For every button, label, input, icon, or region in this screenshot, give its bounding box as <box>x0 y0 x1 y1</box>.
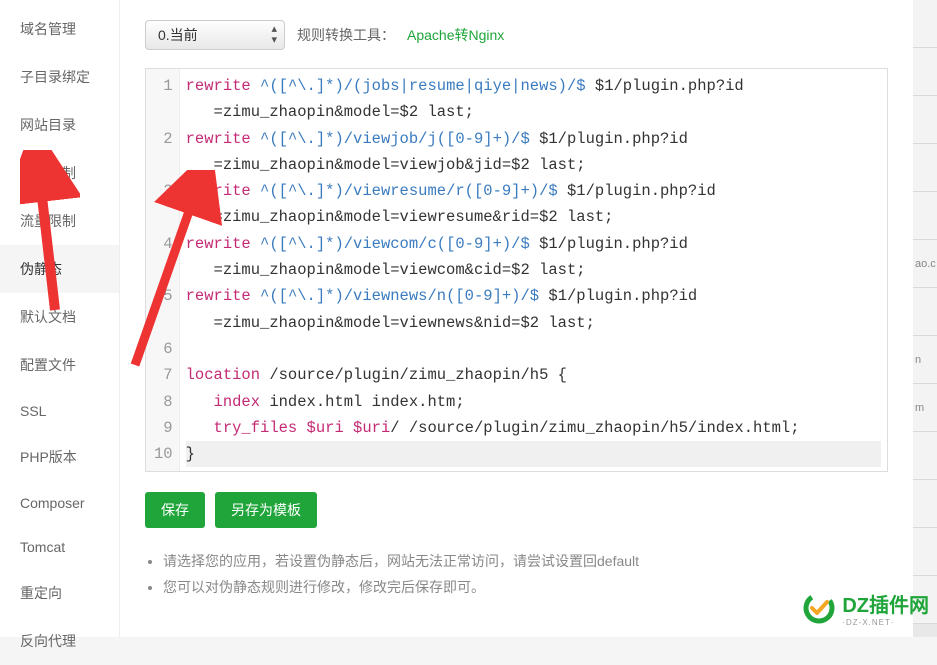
sidebar-item[interactable]: 域名管理 <box>0 5 119 53</box>
sidebar-item[interactable]: 反向代理 <box>0 617 119 665</box>
save-as-template-button[interactable]: 另存为模板 <box>215 492 317 528</box>
sidebar-item[interactable]: Composer <box>0 481 119 525</box>
watermark-brand: DZ插件网 <box>842 595 929 617</box>
actions: 保存 另存为模板 <box>145 492 888 528</box>
right-strip-item[interactable] <box>913 0 937 48</box>
editor-code[interactable]: rewrite ^([^\.]*)/(jobs|resume|qiye|news… <box>180 69 887 471</box>
right-strip-item[interactable]: ao.c <box>913 240 937 288</box>
sidebar-item[interactable]: SSL <box>0 389 119 433</box>
right-strip-item[interactable] <box>913 528 937 576</box>
toolbar: 0.当前 ▴▾ 规则转换工具： Apache转Nginx <box>145 20 888 50</box>
right-strip-item[interactable] <box>913 288 937 336</box>
right-strip: ao.c nm <box>913 0 937 637</box>
code-line[interactable]: try_files $uri $uri/ /source/plugin/zimu… <box>186 415 881 441</box>
right-strip-item[interactable] <box>913 48 937 96</box>
code-line[interactable]: index index.html index.htm; <box>186 389 881 415</box>
hint-item: 请选择您的应用，若设置伪静态后，网站无法正常访问，请尝试设置回default <box>163 548 888 574</box>
code-line[interactable]: =zimu_zhaopin&model=viewcom&cid=$2 last; <box>186 257 881 283</box>
watermark-sub: ·DZ-X.NET· <box>842 618 929 627</box>
right-strip-item[interactable] <box>913 480 937 528</box>
sidebar-item[interactable]: 网站目录 <box>0 101 119 149</box>
watermark: DZ插件网 ·DZ-X.NET· <box>802 589 929 627</box>
code-line[interactable]: rewrite ^([^\.]*)/(jobs|resume|qiye|news… <box>186 73 881 99</box>
code-line[interactable]: rewrite ^([^\.]*)/viewresume/r([0-9]+)/$… <box>186 178 881 204</box>
code-line[interactable]: rewrite ^([^\.]*)/viewjob/j([0-9]+)/$ $1… <box>186 126 881 152</box>
right-strip-item[interactable] <box>913 192 937 240</box>
sidebar-item[interactable]: 默认文档 <box>0 293 119 341</box>
sidebar-item[interactable]: 配置文件 <box>0 341 119 389</box>
main-panel: 0.当前 ▴▾ 规则转换工具： Apache转Nginx 12345678910… <box>120 0 913 637</box>
right-strip-item[interactable] <box>913 96 937 144</box>
template-select[interactable]: 0.当前 <box>145 20 285 50</box>
right-strip-item[interactable]: n <box>913 336 937 384</box>
sidebar-item[interactable]: Tomcat <box>0 525 119 569</box>
code-line[interactable]: =zimu_zhaopin&model=viewjob&jid=$2 last; <box>186 152 881 178</box>
code-line[interactable]: location /source/plugin/zimu_zhaopin/h5 … <box>186 362 881 388</box>
hints: 请选择您的应用，若设置伪静态后，网站无法正常访问，请尝试设置回default您可… <box>145 548 888 600</box>
code-editor[interactable]: 12345678910 rewrite ^([^\.]*)/(jobs|resu… <box>145 68 888 472</box>
editor-gutter: 12345678910 <box>146 69 180 471</box>
right-strip-item[interactable] <box>913 144 937 192</box>
hint-item: 您可以对伪静态规则进行修改，修改完后保存即可。 <box>163 574 888 600</box>
right-strip-item[interactable] <box>913 432 937 480</box>
code-line[interactable]: rewrite ^([^\.]*)/viewcom/c([0-9]+)/$ $1… <box>186 231 881 257</box>
sidebar-item[interactable]: 伪静态 <box>0 245 119 293</box>
code-line[interactable]: =zimu_zhaopin&model=$2 last; <box>186 99 881 125</box>
sidebar: 域名管理子目录绑定网站目录访问限制流量限制伪静态默认文档配置文件SSLPHP版本… <box>0 0 120 637</box>
sidebar-item[interactable]: 重定向 <box>0 569 119 617</box>
sidebar-item[interactable]: 访问限制 <box>0 149 119 197</box>
right-strip-item[interactable]: m <box>913 384 937 432</box>
code-line[interactable] <box>186 336 881 362</box>
sidebar-item[interactable]: PHP版本 <box>0 433 119 481</box>
code-line[interactable]: =zimu_zhaopin&model=viewresume&rid=$2 la… <box>186 204 881 230</box>
code-line[interactable]: } <box>186 441 881 467</box>
save-button[interactable]: 保存 <box>145 492 205 528</box>
sidebar-item[interactable]: 子目录绑定 <box>0 53 119 101</box>
sidebar-item[interactable]: 流量限制 <box>0 197 119 245</box>
code-line[interactable]: rewrite ^([^\.]*)/viewnews/n([0-9]+)/$ $… <box>186 283 881 309</box>
apache-to-nginx-link[interactable]: Apache转Nginx <box>407 25 504 45</box>
code-line[interactable]: =zimu_zhaopin&model=viewnews&nid=$2 last… <box>186 310 881 336</box>
logo-icon <box>802 591 836 625</box>
tool-label: 规则转换工具： <box>297 25 395 45</box>
